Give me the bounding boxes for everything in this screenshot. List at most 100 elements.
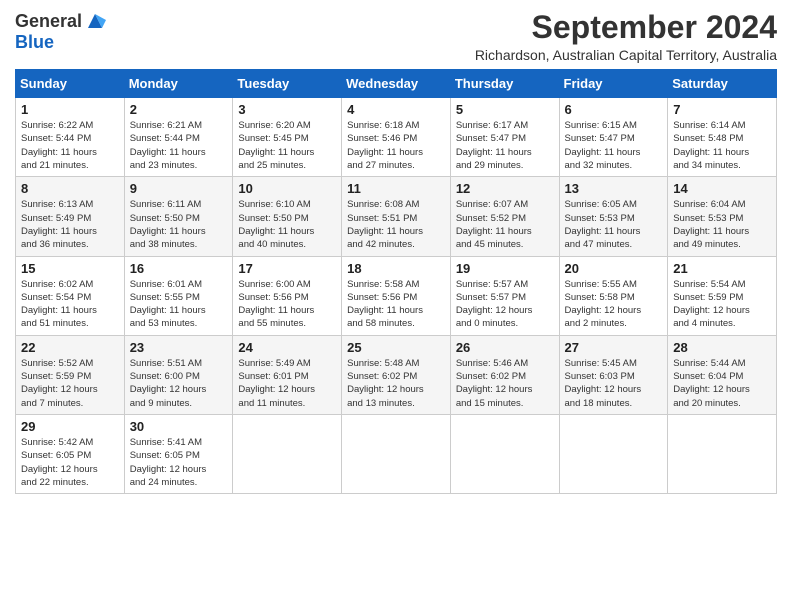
day-number: 22 [21, 340, 119, 355]
calendar-week-5: 29 Sunrise: 5:42 AM Sunset: 6:05 PM Dayli… [16, 414, 777, 493]
day-number: 12 [456, 181, 554, 196]
calendar-cell: 23Sunrise: 5:51 AM Sunset: 6:00 PM Dayli… [124, 335, 233, 414]
logo: General Blue [15, 10, 106, 53]
day-info: Sunrise: 6:11 AM Sunset: 5:50 PM Dayligh… [130, 198, 228, 251]
day-number: 2 [130, 102, 228, 117]
calendar-cell: 27 Sunrise: 5:45 AM Sunset: 6:03 PM Dayli… [559, 335, 668, 414]
weekday-header-sunday: Sunday [16, 70, 125, 98]
calendar-cell: 1 Sunrise: 6:22 AM Sunset: 5:44 PM Daylig… [16, 98, 125, 177]
day-info: Sunrise: 6:07 AM Sunset: 5:52 PM Dayligh… [456, 198, 554, 251]
day-number: 4 [347, 102, 445, 117]
calendar-cell: 9 Sunrise: 6:11 AM Sunset: 5:50 PM Daylig… [124, 177, 233, 256]
day-number: 6 [565, 102, 663, 117]
day-info: Sunrise: 6:05 AM Sunset: 5:53 PM Dayligh… [565, 198, 663, 251]
logo-icon [84, 10, 106, 32]
calendar-week-3: 15Sunrise: 6:02 AM Sunset: 5:54 PM Dayli… [16, 256, 777, 335]
calendar-cell: 15Sunrise: 6:02 AM Sunset: 5:54 PM Dayli… [16, 256, 125, 335]
calendar-cell [668, 414, 777, 493]
day-info: Sunrise: 6:10 AM Sunset: 5:50 PM Dayligh… [238, 198, 336, 251]
calendar-cell: 2 Sunrise: 6:21 AM Sunset: 5:44 PM Daylig… [124, 98, 233, 177]
calendar-cell: 8 Sunrise: 6:13 AM Sunset: 5:49 PM Daylig… [16, 177, 125, 256]
calendar-week-1: 1 Sunrise: 6:22 AM Sunset: 5:44 PM Daylig… [16, 98, 777, 177]
calendar-cell: 30 Sunrise: 5:41 AM Sunset: 6:05 PM Dayli… [124, 414, 233, 493]
calendar-cell: 12 Sunrise: 6:07 AM Sunset: 5:52 PM Dayli… [450, 177, 559, 256]
calendar-cell: 21 Sunrise: 5:54 AM Sunset: 5:59 PM Dayli… [668, 256, 777, 335]
weekday-header-monday: Monday [124, 70, 233, 98]
day-number: 16 [130, 261, 228, 276]
calendar-cell: 5Sunrise: 6:17 AM Sunset: 5:47 PM Daylig… [450, 98, 559, 177]
day-info: Sunrise: 5:51 AM Sunset: 6:00 PM Dayligh… [130, 357, 228, 410]
day-number: 7 [673, 102, 771, 117]
calendar-cell: 11 Sunrise: 6:08 AM Sunset: 5:51 PM Dayli… [342, 177, 451, 256]
calendar-cell: 28 Sunrise: 5:44 AM Sunset: 6:04 PM Dayli… [668, 335, 777, 414]
day-number: 11 [347, 181, 445, 196]
day-number: 28 [673, 340, 771, 355]
calendar-cell: 7Sunrise: 6:14 AM Sunset: 5:48 PM Daylig… [668, 98, 777, 177]
day-number: 17 [238, 261, 336, 276]
month-title: September 2024 [475, 10, 777, 45]
day-info: Sunrise: 6:01 AM Sunset: 5:55 PM Dayligh… [130, 278, 228, 331]
day-number: 20 [565, 261, 663, 276]
day-info: Sunrise: 6:17 AM Sunset: 5:47 PM Dayligh… [456, 119, 554, 172]
day-number: 21 [673, 261, 771, 276]
day-number: 24 [238, 340, 336, 355]
day-info: Sunrise: 6:21 AM Sunset: 5:44 PM Dayligh… [130, 119, 228, 172]
day-number: 13 [565, 181, 663, 196]
calendar-cell: 14 Sunrise: 6:04 AM Sunset: 5:53 PM Dayli… [668, 177, 777, 256]
calendar-cell: 16 Sunrise: 6:01 AM Sunset: 5:55 PM Dayli… [124, 256, 233, 335]
day-info: Sunrise: 6:20 AM Sunset: 5:45 PM Dayligh… [238, 119, 336, 172]
logo-general-text: General [15, 11, 82, 32]
calendar-cell: 6 Sunrise: 6:15 AM Sunset: 5:47 PM Daylig… [559, 98, 668, 177]
day-number: 29 [21, 419, 119, 434]
calendar-cell: 24 Sunrise: 5:49 AM Sunset: 6:01 PM Dayli… [233, 335, 342, 414]
day-number: 19 [456, 261, 554, 276]
day-info: Sunrise: 6:04 AM Sunset: 5:53 PM Dayligh… [673, 198, 771, 251]
day-info: Sunrise: 6:00 AM Sunset: 5:56 PM Dayligh… [238, 278, 336, 331]
weekday-header-thursday: Thursday [450, 70, 559, 98]
calendar-cell: 17 Sunrise: 6:00 AM Sunset: 5:56 PM Dayli… [233, 256, 342, 335]
day-info: Sunrise: 6:22 AM Sunset: 5:44 PM Dayligh… [21, 119, 119, 172]
calendar-week-2: 8 Sunrise: 6:13 AM Sunset: 5:49 PM Daylig… [16, 177, 777, 256]
day-number: 15 [21, 261, 119, 276]
day-number: 10 [238, 181, 336, 196]
day-number: 1 [21, 102, 119, 117]
weekday-header-wednesday: Wednesday [342, 70, 451, 98]
calendar-cell: 18Sunrise: 5:58 AM Sunset: 5:56 PM Dayli… [342, 256, 451, 335]
calendar-cell: 25Sunrise: 5:48 AM Sunset: 6:02 PM Dayli… [342, 335, 451, 414]
day-info: Sunrise: 5:42 AM Sunset: 6:05 PM Dayligh… [21, 436, 119, 489]
day-info: Sunrise: 5:54 AM Sunset: 5:59 PM Dayligh… [673, 278, 771, 331]
calendar: SundayMondayTuesdayWednesdayThursdayFrid… [15, 69, 777, 494]
day-info: Sunrise: 5:41 AM Sunset: 6:05 PM Dayligh… [130, 436, 228, 489]
weekday-header-row: SundayMondayTuesdayWednesdayThursdayFrid… [16, 70, 777, 98]
calendar-cell: 26Sunrise: 5:46 AM Sunset: 6:02 PM Dayli… [450, 335, 559, 414]
calendar-cell [559, 414, 668, 493]
day-number: 9 [130, 181, 228, 196]
day-number: 18 [347, 261, 445, 276]
day-info: Sunrise: 5:49 AM Sunset: 6:01 PM Dayligh… [238, 357, 336, 410]
day-number: 30 [130, 419, 228, 434]
day-info: Sunrise: 6:13 AM Sunset: 5:49 PM Dayligh… [21, 198, 119, 251]
day-number: 27 [565, 340, 663, 355]
calendar-cell [342, 414, 451, 493]
calendar-cell: 4Sunrise: 6:18 AM Sunset: 5:46 PM Daylig… [342, 98, 451, 177]
day-info: Sunrise: 5:44 AM Sunset: 6:04 PM Dayligh… [673, 357, 771, 410]
day-number: 14 [673, 181, 771, 196]
weekday-header-friday: Friday [559, 70, 668, 98]
day-info: Sunrise: 5:52 AM Sunset: 5:59 PM Dayligh… [21, 357, 119, 410]
calendar-cell: 13 Sunrise: 6:05 AM Sunset: 5:53 PM Dayli… [559, 177, 668, 256]
calendar-cell [450, 414, 559, 493]
calendar-cell [233, 414, 342, 493]
calendar-cell: 3Sunrise: 6:20 AM Sunset: 5:45 PM Daylig… [233, 98, 342, 177]
day-info: Sunrise: 6:15 AM Sunset: 5:47 PM Dayligh… [565, 119, 663, 172]
day-number: 25 [347, 340, 445, 355]
weekday-header-saturday: Saturday [668, 70, 777, 98]
day-info: Sunrise: 5:45 AM Sunset: 6:03 PM Dayligh… [565, 357, 663, 410]
day-number: 8 [21, 181, 119, 196]
day-info: Sunrise: 5:46 AM Sunset: 6:02 PM Dayligh… [456, 357, 554, 410]
logo-blue-text: Blue [15, 32, 54, 53]
day-info: Sunrise: 6:08 AM Sunset: 5:51 PM Dayligh… [347, 198, 445, 251]
calendar-week-4: 22 Sunrise: 5:52 AM Sunset: 5:59 PM Dayli… [16, 335, 777, 414]
calendar-cell: 20 Sunrise: 5:55 AM Sunset: 5:58 PM Dayli… [559, 256, 668, 335]
calendar-cell: 22 Sunrise: 5:52 AM Sunset: 5:59 PM Dayli… [16, 335, 125, 414]
day-info: Sunrise: 5:55 AM Sunset: 5:58 PM Dayligh… [565, 278, 663, 331]
